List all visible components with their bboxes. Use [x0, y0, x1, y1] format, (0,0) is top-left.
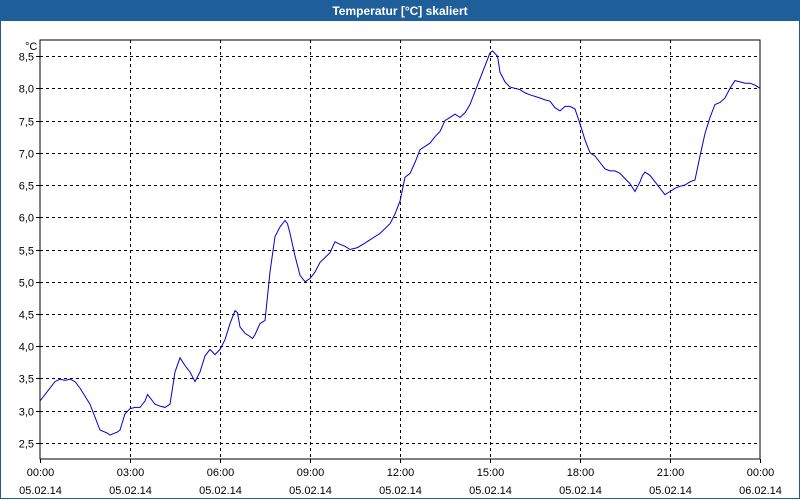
x-tick-date-label: 05.02.14 — [109, 485, 152, 497]
x-tick-time-label: 15:00 — [477, 467, 505, 479]
y-tick-label: 4,0 — [19, 342, 34, 354]
y-tick-label: 5,5 — [19, 246, 34, 258]
x-tick-date-label: 05.02.14 — [199, 485, 242, 497]
y-tick-label: 4,5 — [19, 310, 34, 322]
y-tick-label: 8,5 — [19, 52, 34, 64]
x-tick-time-label: 12:00 — [387, 467, 415, 479]
x-tick-time-label: 21:00 — [657, 467, 685, 479]
y-tick-label: 7,5 — [19, 117, 34, 129]
x-tick-date-label: 05.02.14 — [289, 485, 332, 497]
temperature-chart: 2,53,03,54,04,55,05,56,06,57,07,58,08,5 … — [19, 39, 782, 497]
y-tick-label: 7,0 — [19, 149, 34, 161]
y-tick-label: 2,5 — [19, 439, 34, 451]
y-tick-label: 6,0 — [19, 213, 34, 225]
x-tick-time-label: 03:00 — [117, 467, 145, 479]
x-tick-time-label: 06:00 — [207, 467, 235, 479]
x-tick-date-label: 05.02.14 — [649, 485, 692, 497]
y-tick-label: 5,0 — [19, 278, 34, 290]
x-tick-date-label: 05.02.14 — [469, 485, 512, 497]
y-tick-label: 8,0 — [19, 84, 34, 96]
x-tick-time-label: 00:00 — [27, 467, 55, 479]
x-tick-time-label: 09:00 — [297, 467, 325, 479]
x-tick-date-label: 05.02.14 — [19, 485, 62, 497]
x-tick-time-label: 18:00 — [567, 467, 595, 479]
y-tick-label: 6,5 — [19, 181, 34, 193]
y-tick-label: 3,5 — [19, 374, 34, 386]
x-tick-date-label: 05.02.14 — [379, 485, 422, 497]
x-tick-time-label: 00:00 — [747, 467, 775, 479]
x-tick-date-label: 06.02.14 — [739, 485, 782, 497]
y-axis-unit: °C — [25, 41, 37, 53]
y-tick-label: 3,0 — [19, 407, 34, 419]
x-tick-date-label: 05.02.14 — [559, 485, 602, 497]
